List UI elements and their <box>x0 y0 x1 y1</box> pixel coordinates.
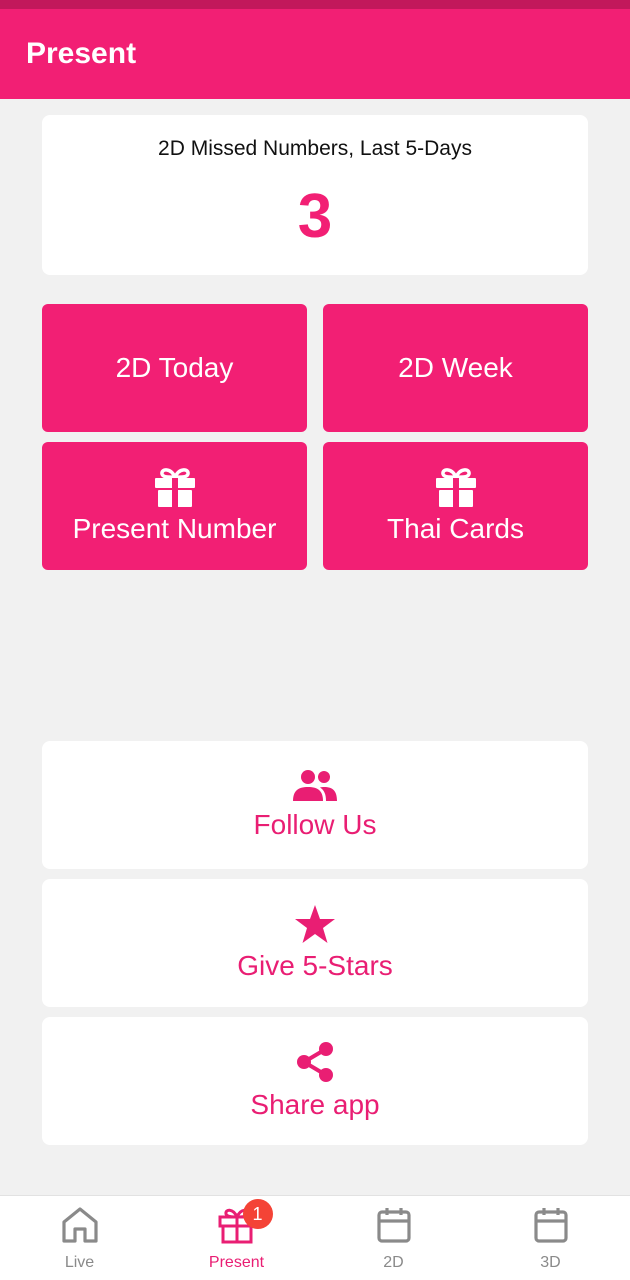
gift-icon <box>435 468 476 507</box>
give-5-stars-label: Give 5-Stars <box>237 950 393 981</box>
present-number-label: Present Number <box>72 513 277 544</box>
present-number-button[interactable]: Present Number <box>42 442 307 570</box>
app-root: Present 2D Missed Numbers, Last 5-Days 3… <box>0 0 630 1280</box>
nav-label-3d: 3D <box>540 1254 561 1271</box>
nav-icon-wrapper: 1 <box>217 1199 273 1245</box>
missed-numbers-count: 3 <box>297 182 333 251</box>
nav-item-3d[interactable]: 3D <box>472 1196 629 1280</box>
share-app-label: Share app <box>250 1089 380 1120</box>
thai-cards-label: Thai Cards <box>387 513 524 544</box>
nav-label-2d: 2D <box>383 1254 404 1271</box>
calendar-icon <box>533 1208 568 1243</box>
rate-app-button[interactable]: Give 5-Stars <box>42 879 588 1007</box>
status-bar <box>0 0 630 9</box>
calendar-icon <box>376 1208 411 1243</box>
notification-badge: 1 <box>242 1199 273 1229</box>
share-app-button[interactable]: Share app <box>42 1017 588 1145</box>
nav-label-present: Present <box>208 1254 265 1271</box>
2d-week-button[interactable]: 2D Week <box>323 304 588 432</box>
group-icon <box>293 770 337 801</box>
thai-cards-button[interactable]: Thai Cards <box>323 442 588 570</box>
missed-numbers-label: 2D Missed Numbers, Last 5-Days <box>158 137 472 160</box>
app-bar: Present <box>0 9 630 99</box>
follow-us-label: Follow Us <box>253 809 377 840</box>
nav-item-live[interactable]: Live <box>1 1196 158 1280</box>
nav-item-2d[interactable]: 2D <box>315 1196 472 1280</box>
2d-today-label: 2D Today <box>115 352 234 383</box>
follow-us-button[interactable]: Follow Us <box>42 741 588 869</box>
2d-today-button[interactable]: 2D Today <box>42 304 307 432</box>
2d-week-label: 2D Week <box>398 352 513 383</box>
nav-label-live: Live <box>64 1254 95 1271</box>
star-icon <box>295 905 335 943</box>
nav-item-present[interactable]: 1 Present <box>158 1196 315 1280</box>
page-title: Present <box>26 37 137 70</box>
home-icon <box>61 1207 98 1243</box>
bottom-navigation: Live 1 Present 2D 3D <box>0 1195 630 1280</box>
share-icon <box>297 1042 333 1082</box>
missed-numbers-card: 2D Missed Numbers, Last 5-Days 3 <box>42 115 588 275</box>
gift-icon <box>154 468 195 507</box>
